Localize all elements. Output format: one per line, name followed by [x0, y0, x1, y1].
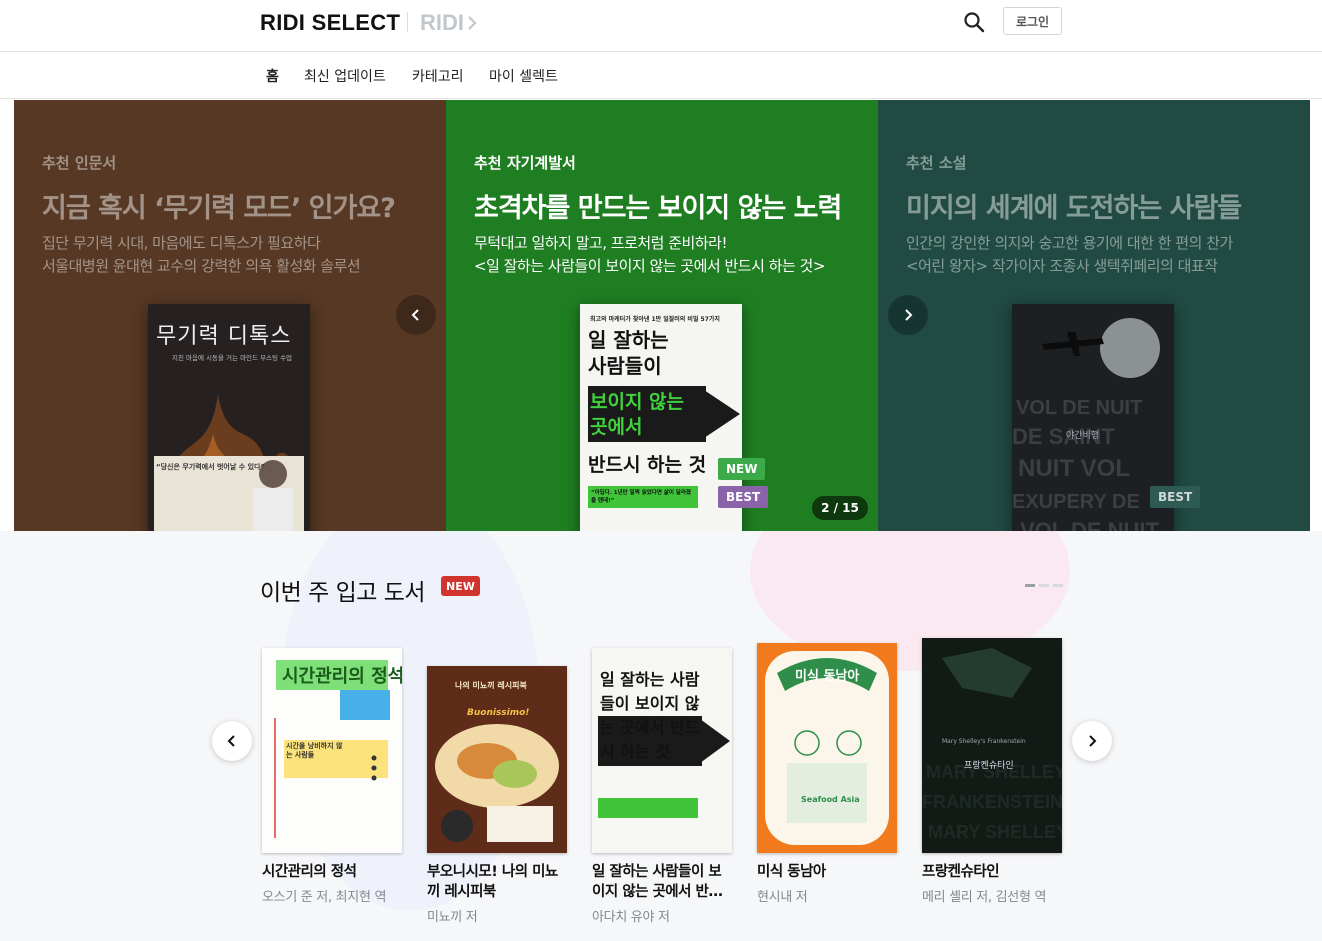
cover-title: 시간관리의 정석: [282, 666, 402, 687]
slide-description: 인간의 강인한 의지와 숭고한 용기에 대한 한 편의 찬가 <어린 왕자> 작…: [906, 232, 1233, 278]
cover-title: 일 잘하는 사람들이 보이지 않는 곳에서 반드시 하는 것: [600, 670, 700, 761]
book-cover[interactable]: 무기력 디톡스 지친 마음에 시동을 거는 마인드 부스팅 수업 “당신은 무기…: [148, 304, 310, 531]
main-nav: 홈 최신 업데이트 카테고리 마이 셀렉트: [0, 52, 1322, 99]
chevron-left-icon: [411, 309, 419, 321]
chevron-right-icon: [905, 309, 913, 321]
cover-subtitle: 시간을 낭비하지 않는 사람들: [286, 742, 343, 759]
book-title[interactable]: 일 잘하는 사람들이 보이지 않는 곳에서 반…: [592, 862, 732, 902]
cover-line: 반드시 하는 것: [588, 454, 707, 476]
carousel-slide-active[interactable]: 추천 자기계발서 초격차를 만드는 보이지 않는 노력 무턱대고 일하지 말고,…: [446, 100, 878, 531]
login-button[interactable]: 로그인: [1003, 7, 1062, 35]
slide-description: 무턱대고 일하지 말고, 프로처럼 준비하라! <일 잘하는 사람들이 보이지 …: [474, 232, 825, 278]
slide-description: 집단 무기력 시대, 마음에도 디톡스가 필요하다 서울대병원 윤대현 교수의 …: [42, 232, 361, 278]
book-title[interactable]: 부오니시모! 나의 미뇨끼 레시피북: [427, 862, 567, 902]
cover-art: MARY SHELLEY FRANKENSTEIN MARY SHELLEY: [922, 638, 1062, 853]
svg-text:VOL DE NUIT: VOL DE NUIT: [1016, 397, 1142, 419]
top-header: RIDI SELECT RIDI 로그인: [0, 0, 1322, 52]
new-badge: NEW: [718, 458, 766, 480]
book-author: 오스기 준 저, 최지현 역: [262, 890, 387, 905]
slide-desc-line: 서울대병원 윤대현 교수의 강력한 의욕 활성화 솔루션: [42, 257, 361, 275]
svg-text:EXUPERY DE: EXUPERY DE: [1012, 491, 1140, 513]
book-cover[interactable]: 일 잘하는 사람들이 보이지 않는 곳에서 반드시 하는 것: [592, 648, 732, 853]
book-title[interactable]: 프랑켄슈타인: [922, 862, 1062, 882]
carousel-prev-button[interactable]: [396, 295, 436, 335]
books-prev-button[interactable]: [212, 721, 252, 761]
svg-text:MARY SHELLEY: MARY SHELLEY: [928, 822, 1062, 842]
cover-title: 야간비행: [1066, 431, 1100, 441]
cover-top-text: 최고의 마케터가 찾아낸 1만 일잘러의 비밀 57가지: [590, 316, 720, 323]
book-cover[interactable]: 시간관리의 정석 시간을 낭비하지 않는 사람들: [262, 648, 402, 853]
nav-item-categories[interactable]: 카테고리: [412, 66, 464, 86]
svg-text:FRANKENSTEIN: FRANKENSTEIN: [922, 792, 1062, 812]
cover-subtitle: Buonissimo!: [467, 708, 530, 718]
book-title[interactable]: 시간관리의 정석: [262, 862, 402, 882]
book-author: 메리 셸리 저, 김선형 역: [922, 890, 1047, 905]
slide-eyebrow: 추천 인문서: [42, 154, 117, 172]
nav-item-home[interactable]: 홈: [266, 66, 279, 86]
book-author: 아다치 유야 저: [592, 910, 670, 925]
carousel-slide[interactable]: 추천 소설 미지의 세계에 도전하는 사람들 인간의 강인한 의지와 숭고한 용…: [878, 100, 1310, 531]
slide-eyebrow: 추천 소설: [906, 154, 967, 172]
cover-art: [427, 666, 567, 853]
pagination-dot[interactable]: [1039, 584, 1049, 587]
book-author: 현시내 저: [757, 890, 808, 905]
book-cover[interactable]: 미식 동남아 Seafood Asia: [757, 643, 897, 853]
slide-title: 초격차를 만드는 보이지 않는 노력: [474, 193, 842, 224]
slide-desc-line: 집단 무기력 시대, 마음에도 디톡스가 필요하다: [42, 234, 321, 252]
carousel-slide[interactable]: 추천 인문서 지금 혹시 ‘무기력 모드’ 인가요? 집단 무기력 시대, 마음…: [14, 100, 446, 531]
slide-desc-line: <일 잘하는 사람들이 보이지 않는 곳에서 반드시 하는 것>: [474, 257, 825, 275]
slide-title: 미지의 세계에 도전하는 사람들: [906, 193, 1242, 224]
carousel-next-button[interactable]: [888, 295, 928, 335]
svg-text:VOL DE NUIT: VOL DE NUIT: [1020, 518, 1160, 531]
cover-line-highlight: 곳에서: [590, 416, 643, 438]
books-next-button[interactable]: [1072, 721, 1112, 761]
cover-subtitle: Seafood Asia: [801, 795, 860, 804]
cover-line: 사람들이: [588, 354, 662, 378]
pagination-dot[interactable]: [1053, 584, 1063, 587]
book-author: 미뇨끼 저: [427, 910, 478, 925]
new-books-section: 이번 주 입고 도서 NEW 시간관리의 정석 시간을 낭비하지 않는 사람들: [0, 531, 1322, 941]
cover-title: 무기력 디톡스: [156, 324, 292, 349]
ridi-select-logo[interactable]: RIDI SELECT: [260, 10, 400, 36]
best-badge: BEST: [718, 486, 769, 508]
cover-title: 나의 미뇨끼 레시피북: [455, 681, 527, 690]
slide-desc-line: 인간의 강인한 의지와 숭고한 용기에 대한 한 편의 찬가: [906, 234, 1233, 252]
slide-eyebrow: 추천 자기계발서: [474, 154, 576, 172]
best-badge: BEST: [1150, 486, 1201, 508]
ridi-link[interactable]: RIDI: [420, 10, 478, 36]
book-cover[interactable]: 나의 미뇨끼 레시피북 Buonissimo!: [427, 666, 567, 853]
svg-text:NUIT VOL: NUIT VOL: [1018, 455, 1130, 482]
logo-divider: [407, 12, 408, 32]
cover-line-highlight: 보이지 않는: [590, 391, 685, 413]
nav-item-my-select[interactable]: 마이 셀렉트: [489, 66, 558, 86]
slide-title: 지금 혹시 ‘무기력 모드’ 인가요?: [42, 193, 396, 224]
slide-desc-line: <어린 왕자> 작가이자 조종사 생텍쥐페리의 대표작: [906, 257, 1218, 275]
new-badge: NEW: [441, 576, 480, 596]
nav-item-latest-updates[interactable]: 최신 업데이트: [304, 66, 386, 86]
ridi-link-label: RIDI: [420, 10, 464, 35]
pagination-dot-active[interactable]: [1025, 584, 1035, 587]
cover-quote: “아딥다. 1년만 일찍 읽었다면 삶이 달라졌을 텐데!”: [588, 486, 698, 508]
chevron-left-icon: [227, 735, 235, 747]
chevron-right-icon: [1089, 735, 1097, 747]
cover-quote: “당신은 무기력에서 벗어날 수 있다”: [156, 463, 266, 471]
cover-title: 프랑켄슈타인: [964, 761, 1014, 771]
carousel-counter: 2 / 15: [812, 496, 868, 520]
search-icon[interactable]: [962, 10, 986, 34]
cover-subtitle: Mary Shelley's Frankenstein: [942, 738, 1026, 745]
svg-text:DE SAINT: DE SAINT: [1012, 424, 1115, 449]
book-cover[interactable]: MARY SHELLEY FRANKENSTEIN MARY SHELLEY M…: [922, 638, 1062, 853]
slide-desc-line: 무턱대고 일하지 말고, 프로처럼 준비하라!: [474, 234, 727, 252]
cover-title: 미식 동남아: [795, 669, 860, 684]
section-title: 이번 주 입고 도서: [260, 580, 426, 606]
chevron-right-icon: [468, 16, 477, 30]
cover-line: 일 잘하는: [588, 328, 669, 352]
book-title[interactable]: 미식 동남아: [757, 862, 897, 882]
pagination-dots: [1025, 584, 1063, 587]
hero-carousel: 추천 인문서 지금 혹시 ‘무기력 모드’ 인가요? 집단 무기력 시대, 마음…: [14, 100, 1310, 531]
cover-subtitle: 지친 마음에 시동을 거는 마인드 부스팅 수업: [172, 354, 293, 362]
